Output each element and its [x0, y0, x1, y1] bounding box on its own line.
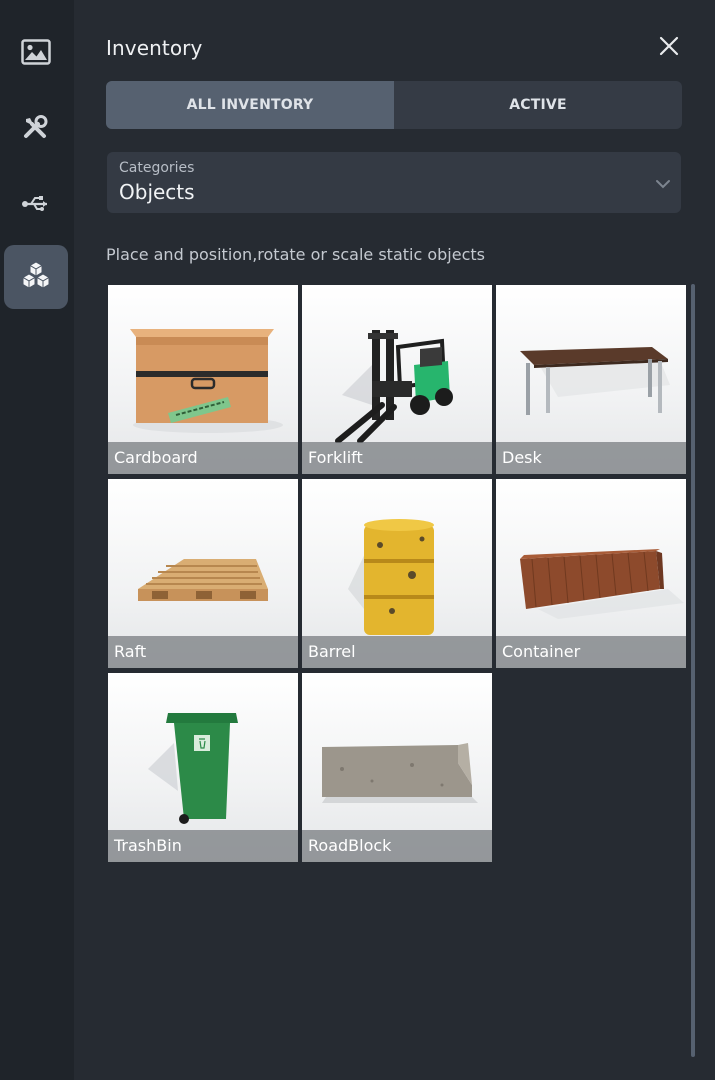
- cardboard-image: [130, 329, 283, 433]
- trashbin-image: [148, 713, 238, 824]
- inventory-panel: Inventory ALL INVENTORY ACTIVE Categorie…: [74, 0, 715, 1080]
- inventory-item-trashbin[interactable]: TrashBin: [108, 673, 298, 862]
- image-icon: [21, 39, 51, 65]
- item-label: TrashBin: [108, 830, 298, 862]
- panel-title: Inventory: [106, 36, 203, 60]
- scrollbar[interactable]: [691, 284, 695, 1057]
- close-icon: [659, 36, 679, 60]
- item-label: Forklift: [302, 442, 492, 474]
- inventory-item-desk[interactable]: Desk: [496, 285, 686, 474]
- container-image: [520, 549, 684, 619]
- item-label: RoadBlock: [302, 830, 492, 862]
- forklift-image: [335, 330, 453, 443]
- item-label: Container: [496, 636, 686, 668]
- categories-dropdown[interactable]: Categories Objects: [107, 152, 681, 213]
- inventory-item-raft[interactable]: Raft: [108, 479, 298, 668]
- chevron-down-icon: [655, 174, 671, 193]
- side-rail: [0, 0, 74, 1080]
- inventory-item-forklift[interactable]: Forklift: [302, 285, 492, 474]
- inventory-tabs: ALL INVENTORY ACTIVE: [106, 81, 682, 129]
- categories-value: Objects: [119, 180, 195, 204]
- roadblock-image: [322, 743, 478, 803]
- desk-image: [520, 347, 670, 415]
- inventory-item-roadblock[interactable]: RoadBlock: [302, 673, 492, 862]
- inventory-item-cardboard[interactable]: Cardboard: [108, 285, 298, 474]
- inventory-item-container[interactable]: Container: [496, 479, 686, 668]
- tools-icon: [23, 115, 49, 141]
- tab-active[interactable]: ACTIVE: [394, 81, 682, 129]
- usb-icon: [21, 194, 51, 214]
- item-label: Barrel: [302, 636, 492, 668]
- tab-all-inventory[interactable]: ALL INVENTORY: [106, 81, 394, 129]
- cubes-icon: [19, 261, 53, 293]
- rail-button-connect[interactable]: [4, 172, 68, 236]
- categories-label: Categories: [119, 160, 195, 176]
- item-label: Desk: [496, 442, 686, 474]
- item-label: Cardboard: [108, 442, 298, 474]
- rail-button-media[interactable]: [4, 20, 68, 84]
- close-button[interactable]: [657, 36, 681, 60]
- barrel-image: [348, 519, 434, 635]
- rail-button-tools[interactable]: [4, 96, 68, 160]
- raft-image: [138, 559, 268, 601]
- item-label: Raft: [108, 636, 298, 668]
- rail-button-inventory[interactable]: [4, 245, 68, 309]
- panel-description: Place and position,rotate or scale stati…: [106, 245, 485, 264]
- inventory-item-barrel[interactable]: Barrel: [302, 479, 492, 668]
